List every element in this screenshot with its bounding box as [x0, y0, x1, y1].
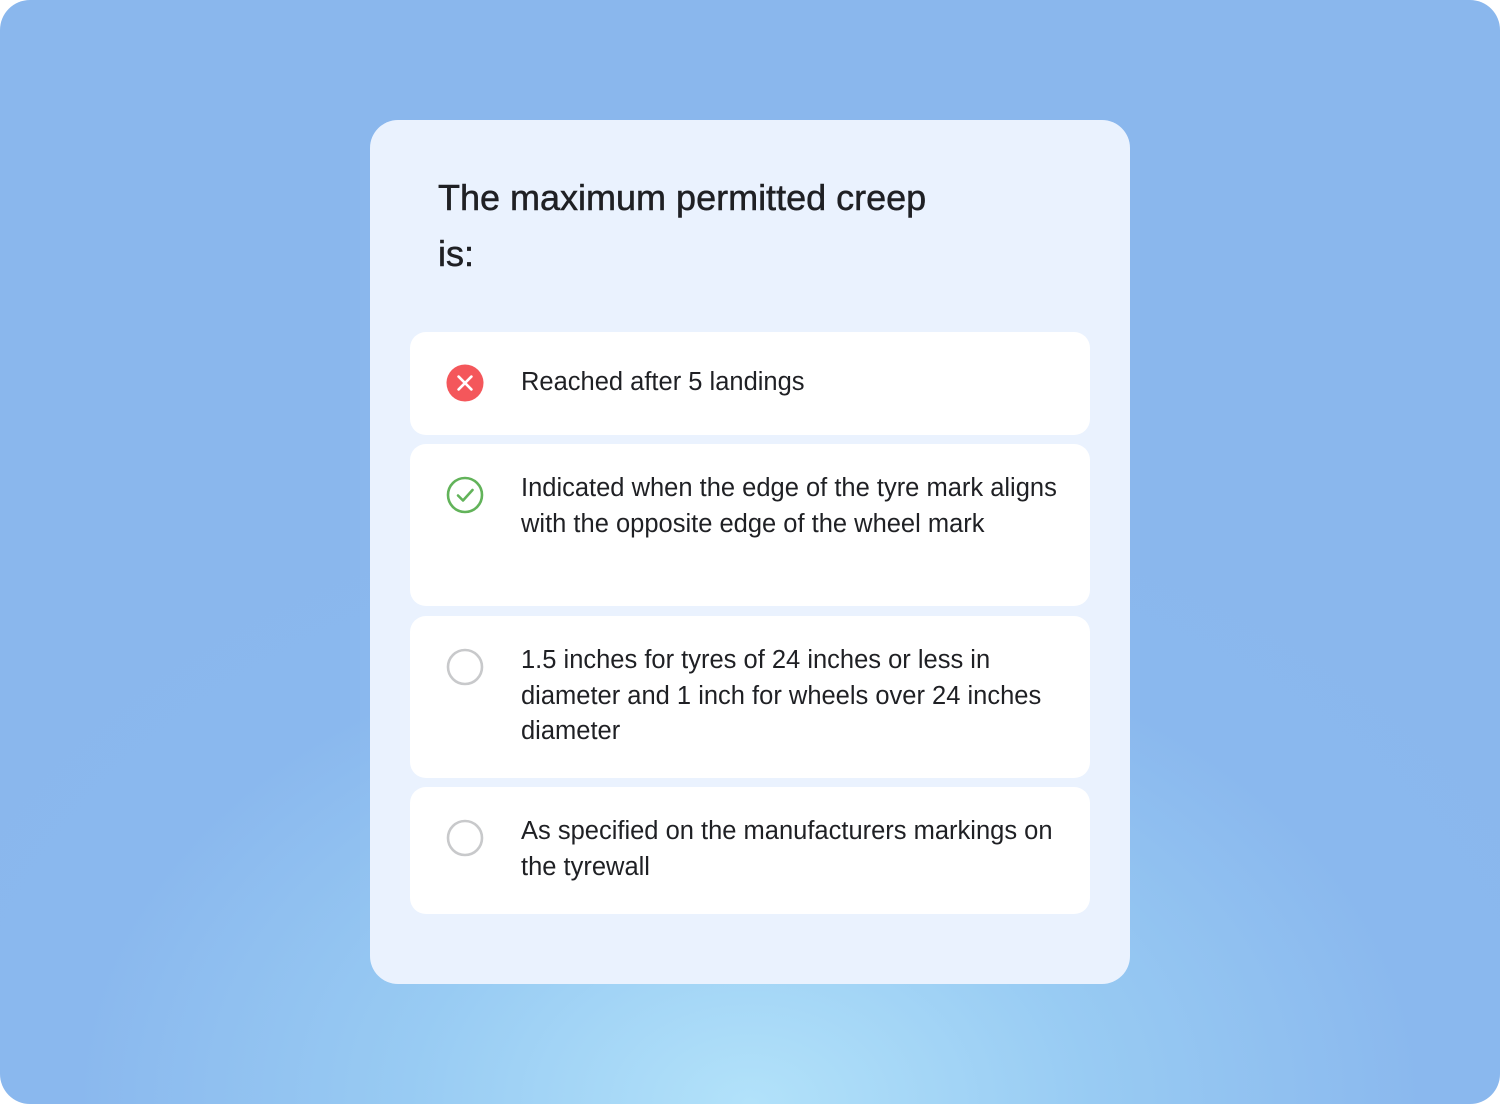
answer-option-3[interactable]: 1.5 inches for tyres of 24 inches or les… — [410, 616, 1090, 778]
answer-option-1[interactable]: Reached after 5 landings — [410, 332, 1090, 435]
x-circle-icon — [446, 364, 484, 402]
quiz-card: The maximum permitted creep is: Reached … — [370, 120, 1130, 984]
answer-option-text: As specified on the manufacturers markin… — [521, 817, 1053, 881]
answer-option-2[interactable]: Indicated when the edge of the tyre mark… — [410, 444, 1090, 606]
answer-option-4[interactable]: As specified on the manufacturers markin… — [410, 787, 1090, 914]
answer-option-text: Reached after 5 landings — [521, 368, 805, 396]
answer-option-text: Indicated when the edge of the tyre mark… — [521, 474, 1057, 538]
question-text: The maximum permitted creep is: — [438, 177, 927, 275]
answer-option-text: 1.5 inches for tyres of 24 inches or les… — [521, 646, 1042, 745]
check-circle-icon — [446, 476, 484, 514]
page-background: The maximum permitted creep is: Reached … — [0, 0, 1500, 1104]
radio-empty-icon — [446, 648, 484, 686]
radio-empty-icon — [446, 819, 484, 857]
